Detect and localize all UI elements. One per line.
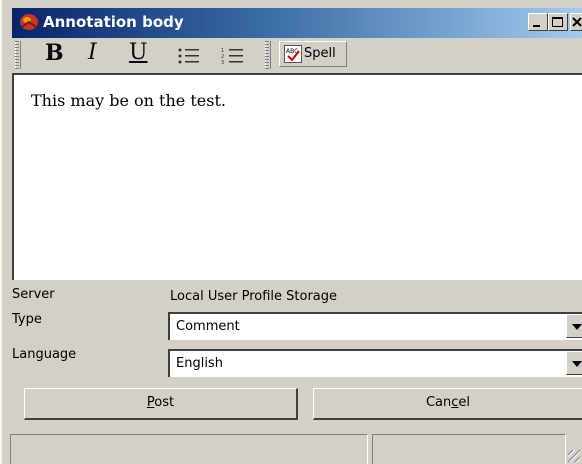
type-select[interactable]: Comment xyxy=(168,312,582,340)
language-select[interactable]: English xyxy=(168,349,582,377)
spell-label: Spell xyxy=(304,46,336,61)
annotation-window: Annotation body B I U 1 2 3 ABC Spell Th… xyxy=(0,0,582,464)
app-icon xyxy=(20,14,38,30)
underline-button[interactable]: U xyxy=(129,40,148,65)
bold-button[interactable]: B xyxy=(45,40,64,66)
svg-text:3: 3 xyxy=(221,60,224,65)
status-pane-main xyxy=(10,434,368,464)
format-toolbar: B I U 1 2 3 ABC Spell xyxy=(12,38,582,72)
window-title: Annotation body xyxy=(43,13,184,31)
cancel-button[interactable]: Cancel xyxy=(313,388,582,420)
chevron-down-icon[interactable] xyxy=(566,351,582,375)
server-value: Local User Profile Storage xyxy=(170,289,338,304)
bullet-list-icon[interactable] xyxy=(177,47,201,65)
annotation-body-editor[interactable]: This may be on the test. xyxy=(12,73,582,280)
toolbar-grip-2[interactable] xyxy=(265,41,271,69)
status-pane-secondary xyxy=(372,434,566,464)
server-label: Server xyxy=(12,287,55,302)
type-select-value: Comment xyxy=(176,319,240,334)
editor-text: This may be on the test. xyxy=(31,91,226,110)
minimize-button[interactable] xyxy=(528,13,548,31)
toolbar-grip[interactable] xyxy=(15,41,21,69)
title-bar[interactable]: Annotation body xyxy=(12,8,582,38)
italic-button[interactable]: I xyxy=(88,40,97,65)
cancel-label-rest: el xyxy=(458,395,471,410)
chevron-down-icon[interactable] xyxy=(566,314,582,338)
close-button[interactable] xyxy=(570,13,582,31)
language-label: Language xyxy=(12,347,77,362)
numbered-list-icon[interactable]: 1 2 3 xyxy=(221,47,245,65)
type-label: Type xyxy=(12,312,42,327)
resize-grip-icon[interactable] xyxy=(568,450,580,462)
language-select-value: English xyxy=(176,356,223,371)
post-label-rest: ost xyxy=(154,395,175,410)
spellcheck-icon: ABC xyxy=(284,45,302,63)
close-icon xyxy=(572,17,582,27)
maximize-button[interactable] xyxy=(548,13,568,31)
maximize-icon xyxy=(552,17,563,27)
post-button[interactable]: Post xyxy=(24,388,298,420)
spell-button[interactable]: ABC Spell xyxy=(279,41,347,67)
cancel-label-prefix: Can xyxy=(425,395,452,410)
minimize-icon xyxy=(533,25,540,27)
